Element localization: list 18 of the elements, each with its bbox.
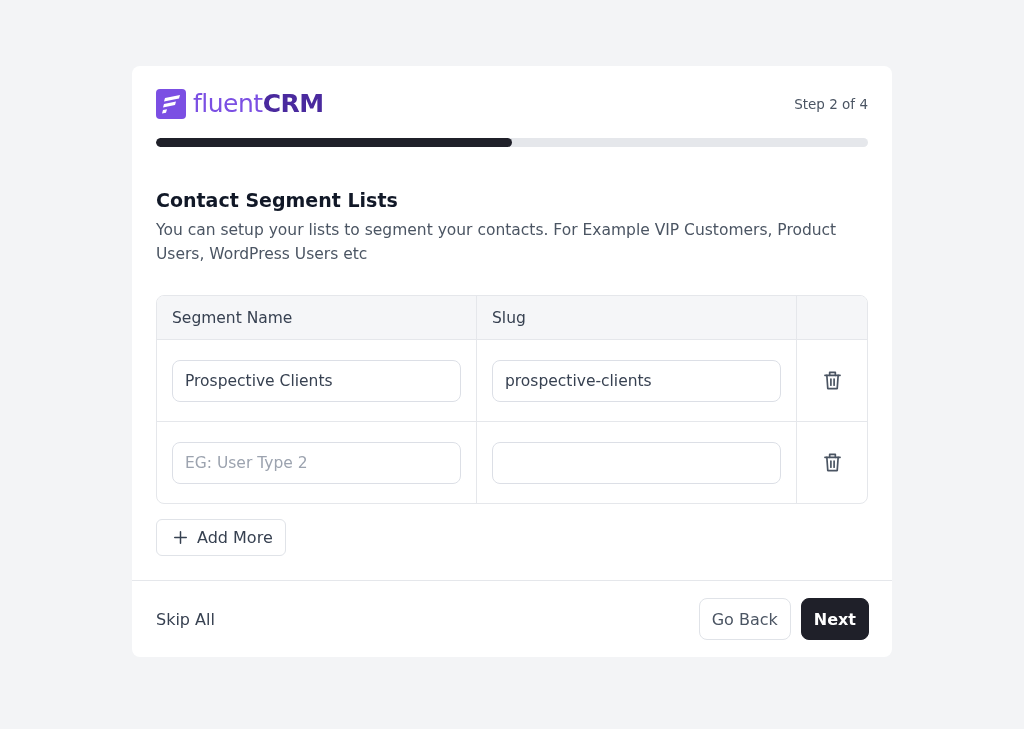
- section-description: You can setup your lists to segment your contacts. For Example VIP Customers, Product Users, WordPress Users etc: [156, 220, 838, 265]
- plus-icon: [174, 531, 187, 544]
- next-button[interactable]: Next: [800, 598, 869, 640]
- segment-name-input[interactable]: EG: User Type 2: [172, 441, 461, 484]
- column-header: Slug: [492, 308, 526, 327]
- slug-input[interactable]: [492, 441, 781, 484]
- add-more-button[interactable]: Add More: [156, 519, 286, 556]
- trash-icon[interactable]: [823, 371, 841, 390]
- skip-all-link[interactable]: Skip All: [156, 609, 215, 629]
- column-header: Segment Name: [172, 308, 293, 327]
- trash-icon[interactable]: [823, 453, 841, 472]
- logo-icon: [156, 89, 186, 119]
- slug-input[interactable]: prospective-clients: [492, 359, 781, 402]
- segment-name-input[interactable]: Prospective Clients: [172, 359, 461, 402]
- step-indicator: Step 2 of 4: [794, 96, 868, 112]
- section-title: Contact Segment Lists: [156, 188, 399, 213]
- go-back-button[interactable]: Go Back: [698, 598, 791, 640]
- logo-text: fluentCRM: [193, 89, 324, 119]
